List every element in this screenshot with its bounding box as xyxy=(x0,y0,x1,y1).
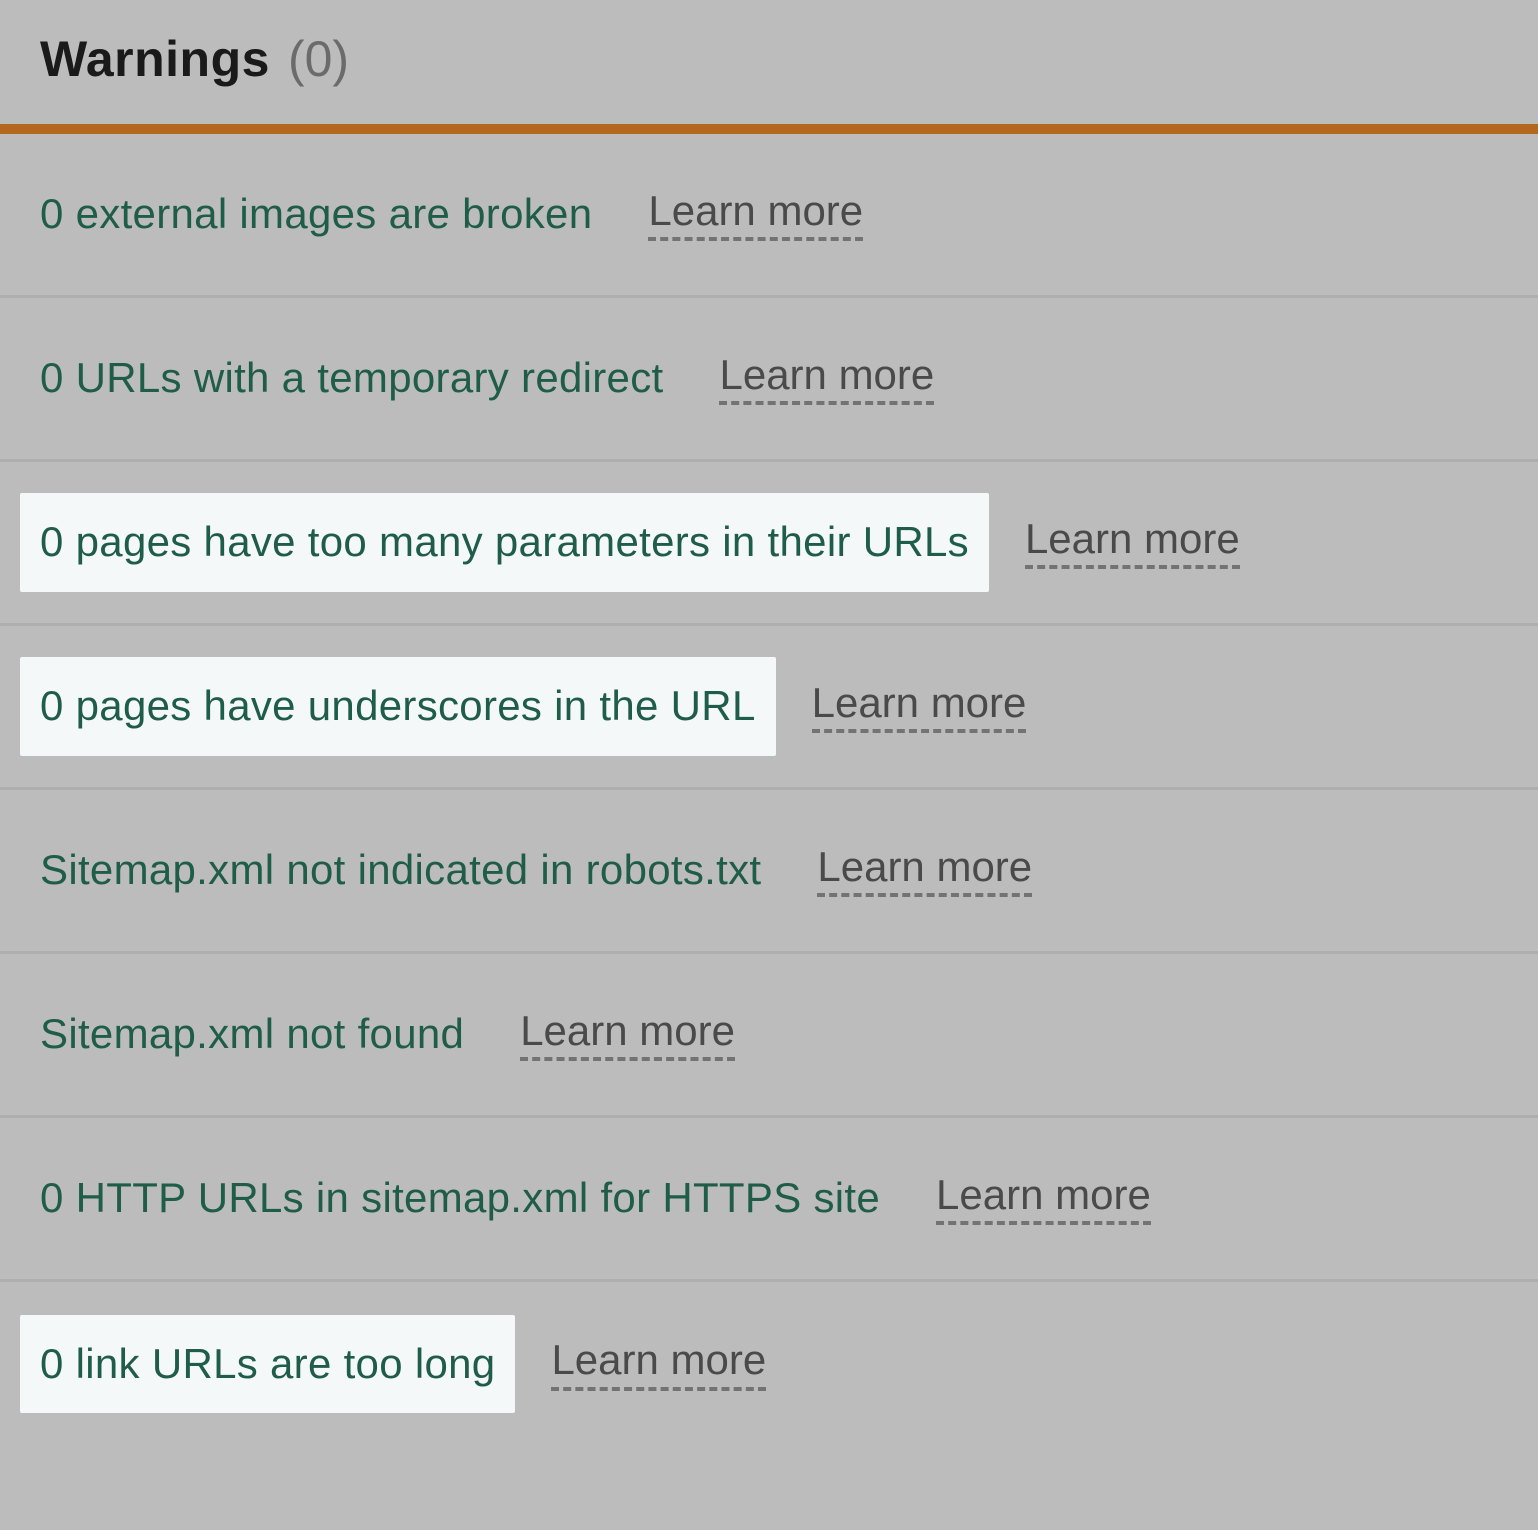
warning-row: 0 URLs with a temporary redirect Learn m… xyxy=(0,298,1538,462)
learn-more-link[interactable]: Learn more xyxy=(648,188,863,241)
warnings-panel: Warnings (0) 0 external images are broke… xyxy=(0,0,1538,1446)
learn-more-link[interactable]: Learn more xyxy=(812,680,1027,733)
warning-row: Sitemap.xml not indicated in robots.txt … xyxy=(0,790,1538,954)
warnings-title: Warnings xyxy=(40,30,270,88)
warning-row: Sitemap.xml not found Learn more xyxy=(0,954,1538,1118)
warnings-count: (0) xyxy=(288,30,349,88)
learn-more-link[interactable]: Learn more xyxy=(520,1008,735,1061)
warnings-list: 0 external images are broken Learn more … xyxy=(0,134,1538,1446)
learn-more-link[interactable]: Learn more xyxy=(817,844,1032,897)
learn-more-link[interactable]: Learn more xyxy=(936,1172,1151,1225)
warnings-header: Warnings (0) xyxy=(0,0,1538,124)
warning-row: 0 pages have too many parameters in thei… xyxy=(0,462,1538,626)
warning-row: 0 HTTP URLs in sitemap.xml for HTTPS sit… xyxy=(0,1118,1538,1282)
warning-row: 0 external images are broken Learn more xyxy=(0,134,1538,298)
warning-row: 0 pages have underscores in the URL Lear… xyxy=(0,626,1538,790)
learn-more-link[interactable]: Learn more xyxy=(551,1337,766,1390)
warning-text[interactable]: 0 pages have too many parameters in thei… xyxy=(20,493,989,591)
warning-text[interactable]: 0 external images are broken xyxy=(40,189,592,239)
warning-text[interactable]: Sitemap.xml not indicated in robots.txt xyxy=(40,845,761,895)
warning-text[interactable]: Sitemap.xml not found xyxy=(40,1009,464,1059)
warning-text[interactable]: 0 pages have underscores in the URL xyxy=(20,657,776,755)
learn-more-link[interactable]: Learn more xyxy=(719,352,934,405)
warning-text[interactable]: 0 HTTP URLs in sitemap.xml for HTTPS sit… xyxy=(40,1173,880,1223)
section-divider xyxy=(0,124,1538,134)
warning-text[interactable]: 0 URLs with a temporary redirect xyxy=(40,353,663,403)
learn-more-link[interactable]: Learn more xyxy=(1025,516,1240,569)
warning-text[interactable]: 0 link URLs are too long xyxy=(20,1315,515,1413)
warning-row: 0 link URLs are too long Learn more xyxy=(0,1282,1538,1446)
